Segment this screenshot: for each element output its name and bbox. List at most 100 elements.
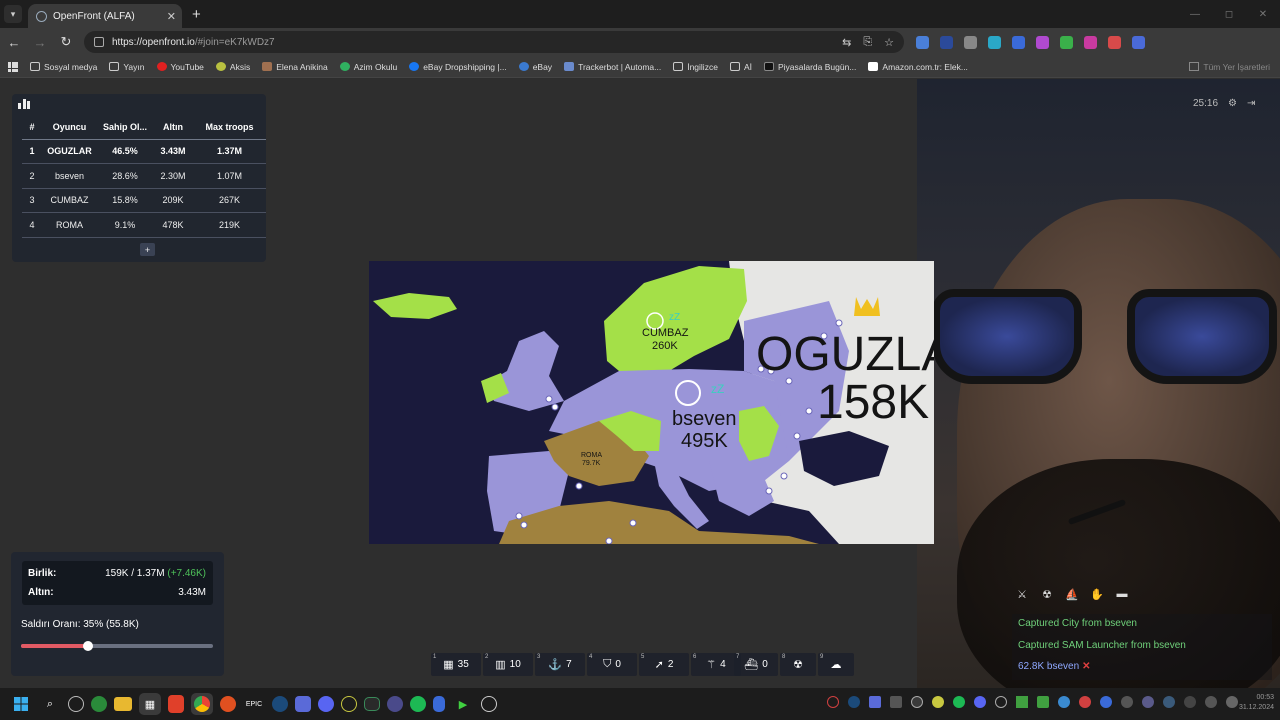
file-explorer-icon[interactable] (114, 697, 132, 711)
build-slot-hydrogen-bomb[interactable]: 9 ☁ (818, 653, 854, 676)
exit-icon[interactable]: ⇥ (1247, 98, 1255, 109)
app-icon[interactable] (341, 696, 357, 712)
leaderboard-row[interactable]: 4 ROMA 9.1% 478K 219K (22, 212, 266, 238)
star-icon[interactable]: ☆ (884, 36, 894, 49)
build-slot-city[interactable]: 1 ▦ 35 (431, 653, 481, 676)
maximize-icon[interactable]: ◻ (1212, 0, 1246, 28)
spotify-icon[interactable] (410, 696, 426, 712)
install-app-icon[interactable]: ⎘ (863, 36, 872, 49)
build-slot-warship[interactable]: 7 ⛴ 0 (734, 653, 778, 676)
leaderboard-expand-button[interactable]: + (140, 243, 155, 256)
col-owned[interactable]: Sahip Ol... (97, 115, 153, 140)
store-icon[interactable]: ▦ (139, 693, 161, 715)
discord-icon[interactable] (318, 696, 334, 712)
bookmark-item[interactable]: Piyasalarda Bugün... (763, 62, 856, 72)
app-icon[interactable] (68, 696, 84, 712)
tray-icon[interactable] (1163, 696, 1175, 708)
windows-start-icon[interactable] (10, 693, 32, 715)
settings-gear-icon[interactable]: ⚙ (1228, 98, 1237, 109)
col-gold[interactable]: Altın (153, 115, 193, 140)
extension-icon[interactable] (1060, 35, 1073, 49)
translate-icon[interactable]: ⇆ (842, 36, 851, 49)
bookmark-item[interactable]: Trackerbot | Automa... (564, 62, 661, 72)
tray-icon[interactable] (911, 696, 923, 708)
chrome-icon[interactable] (191, 693, 213, 715)
tray-icon[interactable] (995, 696, 1007, 708)
bookmark-item[interactable]: Yayın (109, 62, 145, 72)
boat-icon[interactable]: ⛵ (1064, 586, 1080, 602)
all-bookmarks[interactable]: Tüm Yer İşaretleri (1189, 62, 1270, 72)
leaderboard-row[interactable]: 1 OGUZLAR 46.5% 3.43M 1.37M (22, 139, 266, 164)
app-icon[interactable] (220, 696, 236, 712)
extension-icon[interactable] (1132, 35, 1145, 49)
world-map[interactable]: CUMBAZ 260K zZ zZ bseven 495K OGUZLAR 15… (369, 261, 934, 544)
bookmark-item[interactable]: Sosyal medya (30, 62, 97, 72)
bookmark-item[interactable]: İngilizce (673, 62, 718, 72)
tray-icon[interactable] (1184, 696, 1196, 708)
bookmark-item[interactable]: Amazon.com.tr: Elek... (868, 62, 968, 72)
tray-icon[interactable] (1079, 696, 1091, 708)
extension-icon[interactable] (988, 35, 1001, 49)
chat-icon[interactable]: ▬ (1114, 586, 1130, 602)
site-info-icon[interactable] (94, 37, 104, 47)
build-slot-defense-post[interactable]: 4 ⛉ 0 (587, 653, 637, 676)
col-max-troops[interactable]: Max troops (193, 115, 266, 140)
bookmark-item[interactable]: YouTube (156, 62, 204, 72)
brave-icon[interactable] (168, 695, 184, 713)
apps-grid-icon[interactable] (8, 61, 18, 72)
extension-icon[interactable] (1012, 35, 1025, 49)
bookmark-item[interactable]: Elena Anikina (262, 62, 328, 72)
app-icon[interactable] (364, 697, 380, 711)
tray-icon[interactable] (1100, 696, 1112, 708)
tray-icon[interactable] (953, 696, 965, 708)
tray-icon[interactable] (1205, 696, 1217, 708)
url-input[interactable]: https://openfront.io/#join=eK7kWDz7 ⇆ ⎘ … (84, 31, 904, 53)
tray-icon[interactable] (848, 696, 860, 708)
extension-icon[interactable] (1108, 35, 1121, 49)
tab-search-button[interactable]: ▾ (4, 5, 22, 23)
bookmark-item[interactable]: eBay (518, 62, 552, 72)
app-icon[interactable] (481, 696, 497, 712)
alliance-icon[interactable]: ✋ (1089, 586, 1105, 602)
attack-ratio-slider[interactable] (21, 641, 213, 651)
tray-icon[interactable] (974, 696, 986, 708)
build-slot-missile-silo[interactable]: 5 ➚ 2 (639, 653, 689, 676)
app-icon[interactable]: ▶ (452, 693, 474, 715)
leaderboard-row[interactable]: 2 bseven 28.6% 2.30M 1.07M (22, 163, 266, 189)
build-slot-factory[interactable]: 2 ▥ 10 (483, 653, 533, 676)
app-icon[interactable] (387, 696, 403, 712)
extension-icon[interactable] (1036, 35, 1049, 49)
reload-icon[interactable]: ↻ (54, 34, 78, 50)
extension-icon[interactable] (916, 35, 929, 49)
tray-icon[interactable] (890, 696, 902, 708)
tray-icon[interactable] (1121, 696, 1133, 708)
minimize-icon[interactable]: — (1178, 0, 1212, 28)
extension-icon[interactable] (1084, 35, 1097, 49)
close-icon[interactable]: ✕ (167, 10, 176, 23)
tray-icon[interactable] (1016, 696, 1028, 708)
bookmark-item[interactable]: eBay Dropshipping |... (409, 62, 507, 72)
extension-icon[interactable] (940, 35, 953, 49)
forward-icon[interactable]: → (28, 35, 52, 50)
bookmark-item[interactable]: Azim Okulu (339, 62, 397, 72)
tray-icon[interactable] (1058, 696, 1070, 708)
attack-icon[interactable]: ⚔ (1014, 586, 1030, 602)
leaderboard-chart-icon[interactable] (18, 99, 30, 109)
system-clock[interactable]: 00:53 31.12.2024 (1239, 693, 1274, 713)
window-close-icon[interactable]: ✕ (1246, 0, 1280, 28)
tray-icon[interactable] (1037, 696, 1049, 708)
nuke-icon[interactable]: ☢ (1039, 586, 1055, 602)
leaderboard-row[interactable]: 3 CUMBAZ 15.8% 209K 267K (22, 188, 266, 213)
bookmark-item[interactable]: Aksis (215, 62, 250, 72)
app-icon[interactable] (295, 696, 311, 712)
attack-ratio-handle[interactable] (83, 641, 94, 651)
steam-icon[interactable] (272, 696, 288, 712)
tray-icon[interactable] (827, 696, 839, 708)
epic-games-icon[interactable]: EPIC (243, 693, 265, 715)
build-slot-port[interactable]: 3 ⚓ 7 (535, 653, 585, 676)
search-icon[interactable]: ⌕ (39, 693, 61, 715)
extension-icon[interactable] (964, 35, 977, 49)
xbox-icon[interactable] (91, 696, 107, 712)
browser-tab[interactable]: OpenFront (ALFA) ✕ (28, 4, 182, 28)
tray-icon[interactable] (932, 696, 944, 708)
